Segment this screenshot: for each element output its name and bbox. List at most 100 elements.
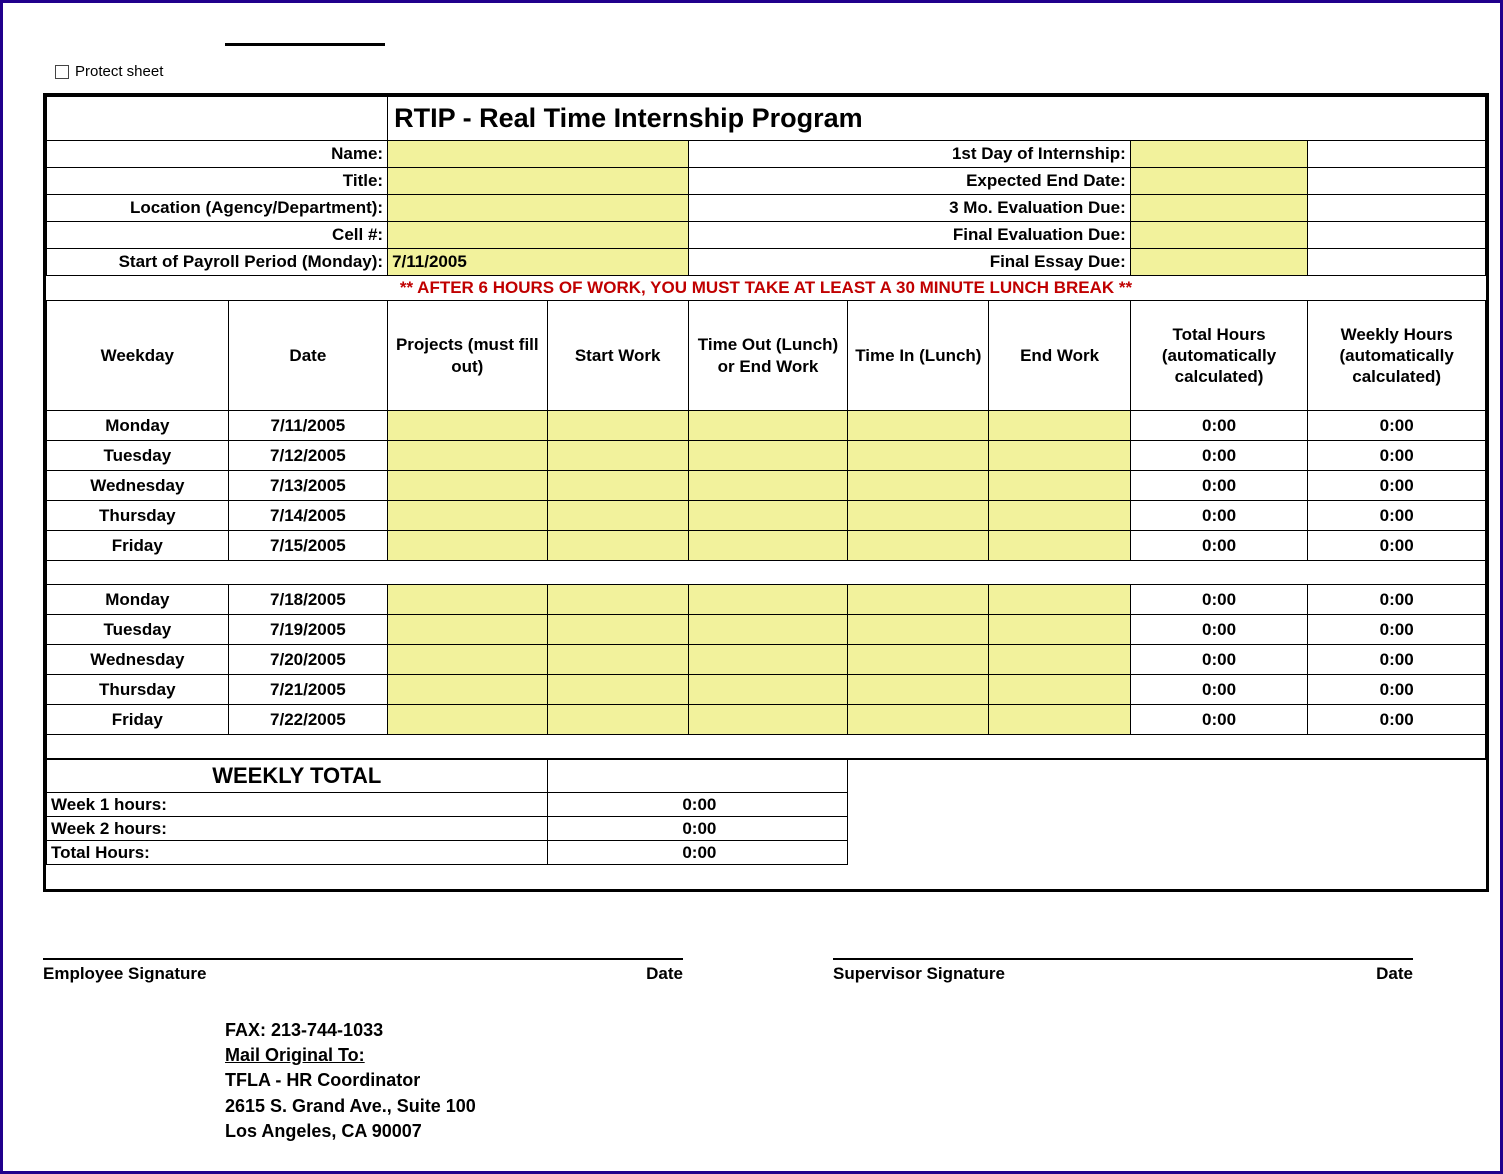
cell-projects[interactable]	[388, 411, 547, 441]
input-name[interactable]	[388, 141, 689, 168]
table-row: Wednesday 7/13/2005 0:00 0:00	[47, 471, 1486, 501]
week2-value: 0:00	[547, 817, 848, 841]
blank-cell	[1308, 195, 1486, 222]
cell-end[interactable]	[989, 471, 1130, 501]
input-title[interactable]	[388, 168, 689, 195]
cell-start[interactable]	[547, 471, 688, 501]
cell-start[interactable]	[547, 501, 688, 531]
table-row: Tuesday 7/12/2005 0:00 0:00	[47, 441, 1486, 471]
cell-timein[interactable]	[848, 705, 989, 735]
cell-date: 7/13/2005	[228, 471, 387, 501]
cell-timeout[interactable]	[688, 501, 847, 531]
cell-timein[interactable]	[848, 585, 989, 615]
cell-start[interactable]	[547, 705, 688, 735]
label-title: Title:	[47, 168, 388, 195]
cell-date: 7/19/2005	[228, 615, 387, 645]
cell-weekly: 0:00	[1308, 705, 1486, 735]
cell-projects[interactable]	[388, 675, 547, 705]
cell-projects[interactable]	[388, 441, 547, 471]
cell-timein[interactable]	[848, 501, 989, 531]
cell-start[interactable]	[547, 585, 688, 615]
cell-timeout[interactable]	[688, 645, 847, 675]
cell-timein[interactable]	[848, 441, 989, 471]
cell-projects[interactable]	[388, 531, 547, 561]
cell-start[interactable]	[547, 615, 688, 645]
label-expected-end: Expected End Date:	[688, 168, 1130, 195]
cell-timeout[interactable]	[688, 471, 847, 501]
cell-projects[interactable]	[388, 645, 547, 675]
cell-weekday: Friday	[47, 531, 229, 561]
label-final-eval: Final Evaluation Due:	[688, 222, 1130, 249]
cell-timeout[interactable]	[688, 675, 847, 705]
cell-weekday: Tuesday	[47, 441, 229, 471]
cell-end[interactable]	[989, 441, 1130, 471]
week1-value: 0:00	[547, 793, 848, 817]
cell-end[interactable]	[989, 705, 1130, 735]
col-start: Start Work	[547, 301, 688, 411]
cell-total: 0:00	[1130, 645, 1308, 675]
cell-end[interactable]	[989, 645, 1130, 675]
input-final-essay[interactable]	[1130, 249, 1308, 276]
cell-weekday: Thursday	[47, 501, 229, 531]
checkbox-icon[interactable]	[55, 65, 69, 79]
input-eval3mo[interactable]	[1130, 195, 1308, 222]
cell-date: 7/14/2005	[228, 501, 387, 531]
cell-timein[interactable]	[848, 411, 989, 441]
label-cell: Cell #:	[47, 222, 388, 249]
cell-timein[interactable]	[848, 531, 989, 561]
cell-end[interactable]	[989, 585, 1130, 615]
program-title: RTIP - Real Time Internship Program	[388, 97, 1486, 141]
cell-timeout[interactable]	[688, 705, 847, 735]
cell-weekly: 0:00	[1308, 501, 1486, 531]
timesheet: RTIP - Real Time Internship Program Name…	[43, 93, 1489, 892]
cell-timeout[interactable]	[688, 585, 847, 615]
table-row: Monday 7/11/2005 0:00 0:00	[47, 411, 1486, 441]
cell-timein[interactable]	[848, 471, 989, 501]
cell-start[interactable]	[547, 411, 688, 441]
cell-weekday: Monday	[47, 585, 229, 615]
input-final-eval[interactable]	[1130, 222, 1308, 249]
cell-weekly: 0:00	[1308, 441, 1486, 471]
cell-timein[interactable]	[848, 615, 989, 645]
cell-timein[interactable]	[848, 675, 989, 705]
input-expected-end[interactable]	[1130, 168, 1308, 195]
toolbar-divider	[225, 43, 385, 46]
cell-end[interactable]	[989, 675, 1130, 705]
employee-signature-label: Employee Signature	[43, 964, 206, 984]
col-timeout: Time Out (Lunch) or End Work	[688, 301, 847, 411]
col-projects: Projects (must fill out)	[388, 301, 547, 411]
input-location[interactable]	[388, 195, 689, 222]
cell-total: 0:00	[1130, 585, 1308, 615]
bottom-pad	[47, 865, 1486, 889]
cell-end[interactable]	[989, 411, 1130, 441]
cell-projects[interactable]	[388, 471, 547, 501]
cell-total: 0:00	[1130, 441, 1308, 471]
label-location: Location (Agency/Department):	[47, 195, 388, 222]
cell-end[interactable]	[989, 531, 1130, 561]
input-first-day[interactable]	[1130, 141, 1308, 168]
addr-line1: TFLA - HR Coordinator	[225, 1068, 476, 1093]
cell-projects[interactable]	[388, 585, 547, 615]
cell-timeout[interactable]	[688, 441, 847, 471]
cell-timeout[interactable]	[688, 411, 847, 441]
protect-sheet-label: Protect sheet	[75, 63, 163, 80]
total-label: Total Hours:	[47, 841, 548, 865]
protect-sheet-control[interactable]: Protect sheet	[55, 63, 163, 80]
cell-projects[interactable]	[388, 501, 547, 531]
cell-projects[interactable]	[388, 705, 547, 735]
table-row: Tuesday 7/19/2005 0:00 0:00	[47, 615, 1486, 645]
cell-timeout[interactable]	[688, 615, 847, 645]
cell-weekday: Tuesday	[47, 615, 229, 645]
cell-end[interactable]	[989, 501, 1130, 531]
cell-projects[interactable]	[388, 615, 547, 645]
input-payroll-start[interactable]: 7/11/2005	[388, 249, 689, 276]
cell-start[interactable]	[547, 441, 688, 471]
cell-timein[interactable]	[848, 645, 989, 675]
cell-timeout[interactable]	[688, 531, 847, 561]
cell-start[interactable]	[547, 531, 688, 561]
input-cell[interactable]	[388, 222, 689, 249]
cell-start[interactable]	[547, 675, 688, 705]
cell-end[interactable]	[989, 615, 1130, 645]
cell-start[interactable]	[547, 645, 688, 675]
cell-weekly: 0:00	[1308, 675, 1486, 705]
